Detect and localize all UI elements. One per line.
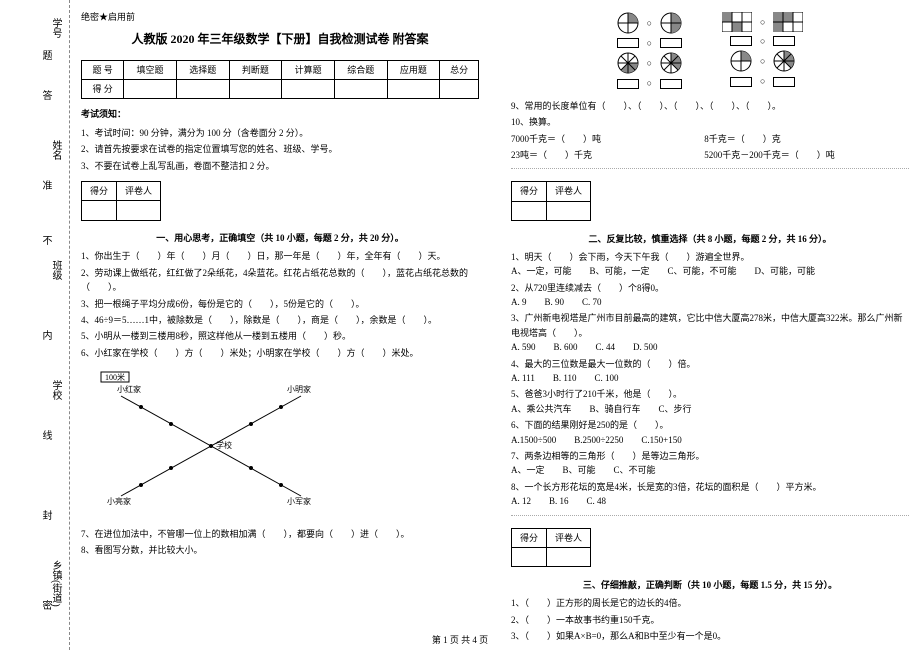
- notice-3: 3、不要在试卷上乱写乱画，卷面不整洁扣 2 分。: [81, 159, 479, 173]
- pie-icon: [660, 12, 682, 34]
- q10-3: 23吨＝（ ）千克: [511, 148, 702, 162]
- binding-column: 学号 题 答 姓名 准 不 班级 内 学校 线 封 乡镇(街道) 密: [0, 0, 70, 650]
- secret-label: 绝密★启用前: [81, 10, 479, 24]
- notice-2: 2、请首先按要求在试卷的指定位置填写您的姓名、班级、学号。: [81, 142, 479, 156]
- q2-6: 6、下面的结果刚好是250的是（ ）。 A.1500÷500B.2500÷225…: [511, 418, 909, 447]
- q1-9: 9、常用的长度单位有（ ）、（ ）、（ ）、（ ）、（ ）。: [511, 99, 909, 113]
- q1-10-title: 10、换算。: [511, 115, 909, 129]
- q1-3: 3、把一根绳子平均分成6份，每份是它的（ ），5份是它的（ ）。: [81, 297, 479, 311]
- q2-7: 7、两条边相等的三角形（ ）是等边三角形。 A、一定B、可能C、不可能: [511, 449, 909, 478]
- pie-icon: [773, 50, 795, 72]
- score-table: 题 号 填空题 选择题 判断题 计算题 综合题 应用题 总分 得 分: [81, 60, 479, 100]
- grader-table-3: 得分评卷人: [511, 528, 591, 568]
- bind-mark-5: 线: [38, 430, 53, 454]
- fraction-diagrams: ○ ○ ○ ○: [511, 10, 909, 93]
- q2-3: 3、广州新电视塔是广州市目前最高的建筑，它比中信大厦高278米，中信大厦高322…: [511, 311, 909, 354]
- q3-2: 2、（ ）一本故事书约重150千克。: [511, 613, 909, 627]
- q3-1: 1、（ ）正方形的周长是它的边长的4倍。: [511, 596, 909, 610]
- q2-8: 8、一个长方形花坛的宽是4米，长是宽的3倍，花坛的面积是（ ）平方米。 A. 1…: [511, 480, 909, 509]
- page-footer: 第 1 页 共 4 页: [0, 633, 920, 646]
- page-wrap: 绝密★启用前 人教版 2020 年三年级数学【下册】自我检测试卷 附答案 题 号…: [75, 10, 915, 630]
- q2-4: 4、最大的三位数是最大一位数的（ ）倍。 A. 111B. 110C. 100: [511, 357, 909, 386]
- q10-2: 8千克＝（ ）克: [704, 132, 895, 146]
- q10-4: 5200千克－200千克＝（ ）吨: [704, 148, 895, 162]
- bind-label-4: 学校: [48, 380, 63, 400]
- pie-icon: [617, 52, 639, 74]
- exam-title: 人教版 2020 年三年级数学【下册】自我检测试卷 附答案: [81, 30, 479, 49]
- conversion-row2: 23吨＝（ ）千克 5200千克－200千克＝（ ）吨: [511, 148, 909, 162]
- score-h6: 应用题: [387, 60, 440, 79]
- score-h1: 填空题: [124, 60, 177, 79]
- bind-label-2: 姓名: [48, 140, 63, 160]
- notice-1: 1、考试时间：90 分钟，满分为 100 分（含卷面分 2 分）。: [81, 126, 479, 140]
- bind-mark-7: 密: [38, 600, 53, 624]
- bind-label-3: 班级: [48, 260, 63, 280]
- score-h5: 综合题: [334, 60, 387, 79]
- left-column: 绝密★启用前 人教版 2020 年三年级数学【下册】自我检测试卷 附答案 题 号…: [75, 10, 485, 630]
- bind-label-1: 学号: [48, 18, 63, 38]
- diagram-ne: 小明家: [287, 384, 311, 394]
- diagram-center: 学校: [216, 440, 232, 450]
- q1-7: 7、在进位加法中，不管哪一位上的数相加满（ ），都要向（ ）进（ ）。: [81, 527, 479, 541]
- score-h7: 总分: [440, 60, 479, 79]
- q2-2: 2、从720里连续减去（ ）个8得0。 A. 9B. 90C. 70: [511, 281, 909, 310]
- pie-icon: [660, 52, 682, 74]
- bind-mark-3: 不: [38, 235, 53, 259]
- score-h4: 计算题: [282, 60, 335, 79]
- diagram-se: 小军家: [287, 496, 311, 506]
- q1-6: 6、小红家在学校（ ）方（ ）米处；小明家在学校（ ）方（ ）米处。: [81, 346, 479, 360]
- q1-2: 2、劳动课上做纸花，红红做了2朵纸花，4朵蓝花。红花占纸花总数的（ ），蓝花占纸…: [81, 266, 479, 295]
- q1-5: 5、小明从一楼到三楼用8秒，照这样他从一楼到五楼用（ ）秒。: [81, 329, 479, 343]
- pie-group: ○ ○ ○ ○: [617, 10, 682, 93]
- bind-mark-2: 准: [38, 180, 53, 204]
- q2-1: 1、明天（ ）会下雨，今天下午我（ ）游遍全世界。 A、一定，可能B、可能，一定…: [511, 250, 909, 279]
- q1-4: 4、46÷9＝5……1中，被除数是（ ），除数是（ ），商是（ ），余数是（ ）…: [81, 313, 479, 327]
- score-h3: 判断题: [229, 60, 282, 79]
- pie-icon: [617, 12, 639, 34]
- grader-table-1: 得分评卷人: [81, 181, 161, 221]
- bind-mark-4: 内: [38, 330, 53, 354]
- pie-icon: [730, 50, 752, 72]
- diagram-nw: 小红家: [117, 384, 141, 394]
- q1-1: 1、你出生于（ ）年（ ）月（ ）日，那一年是（ ）年，全年有（ ）天。: [81, 249, 479, 263]
- score-h0: 题 号: [82, 60, 124, 79]
- grid-group: ○ ○ ○ ○: [722, 10, 803, 93]
- section1-title: 一、用心思考，正确填空（共 10 小题，每题 2 分，共 20 分）。: [81, 231, 479, 245]
- notice-heading: 考试须知：: [81, 107, 479, 121]
- conversion-row: 7000千克＝（ ）吨 8千克＝（ ）克: [511, 132, 909, 146]
- mini-c2: 评卷人: [117, 181, 161, 200]
- score-row-label: 得 分: [82, 79, 124, 98]
- map-diagram: 100米 小红家 小明家 学校 小亮家 小军家: [81, 366, 341, 516]
- right-column: ○ ○ ○ ○: [505, 10, 915, 630]
- score-h2: 选择题: [176, 60, 229, 79]
- bind-mark-6: 封: [38, 510, 53, 534]
- q10-1: 7000千克＝（ ）吨: [511, 132, 702, 146]
- grid-icon: [722, 12, 752, 32]
- grid-icon: [773, 12, 803, 32]
- q2-5: 5、爸爸3小时行了210千米，他是（ ）。 A、乘公共汽车B、骑自行车C、步行: [511, 387, 909, 416]
- section3-title: 三、仔细推敲，正确判断（共 10 小题，每题 1.5 分，共 15 分）。: [511, 578, 909, 592]
- mini-c1: 得分: [82, 181, 117, 200]
- q1-8: 8、看图写分数，并比较大小。: [81, 543, 479, 557]
- bind-mark-1: 答: [38, 90, 53, 114]
- section2-title: 二、反复比较，慎重选择（共 8 小题，每题 2 分，共 16 分）。: [511, 232, 909, 246]
- diagram-sw: 小亮家: [107, 496, 131, 506]
- grader-table-2: 得分评卷人: [511, 181, 591, 221]
- diagram-scale: 100米: [105, 372, 125, 382]
- bind-mark-0: 题: [38, 50, 53, 74]
